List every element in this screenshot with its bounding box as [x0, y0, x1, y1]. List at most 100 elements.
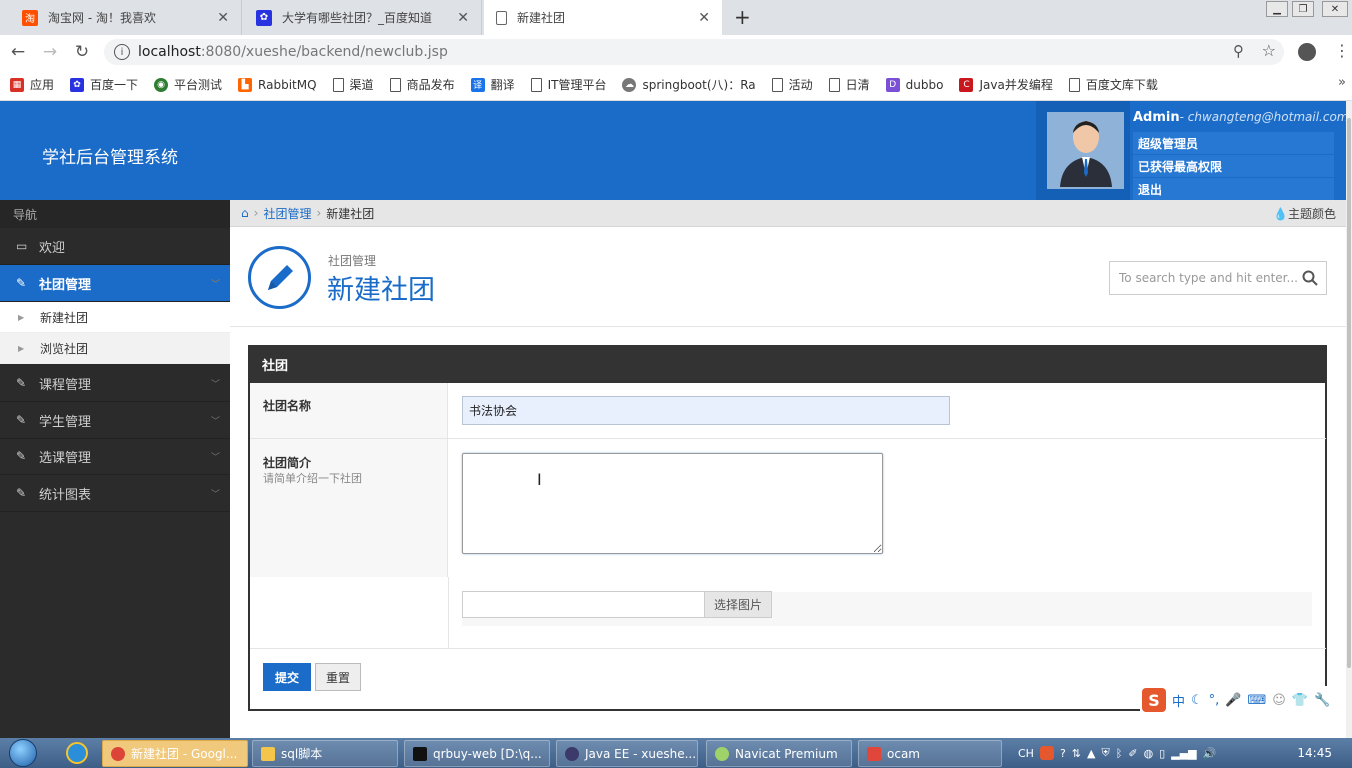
globe-tray-icon[interactable]: ◍	[1144, 747, 1154, 760]
bookmark-apps[interactable]: ▦ 应用	[10, 76, 54, 93]
bookmark-rabbitmq[interactable]: ▙ RabbitMQ	[238, 77, 317, 92]
signal-icon[interactable]: ▂▄▆	[1171, 747, 1196, 760]
reload-icon[interactable]: ↻	[68, 35, 96, 69]
reset-button[interactable]: 重置	[315, 663, 361, 691]
show-hidden-icons[interactable]: ▲	[1087, 747, 1095, 760]
bookmark-daily[interactable]: 日清	[828, 76, 870, 93]
club-intro-label: 社团简介	[263, 456, 312, 470]
taskbar-ocam[interactable]: ocam	[858, 740, 1002, 767]
chevron-down-icon: ﹀	[210, 379, 220, 390]
bookmark-dubbo[interactable]: Ddubbo	[885, 77, 943, 92]
close-tab-icon[interactable]: ✕	[457, 10, 469, 26]
battery-icon[interactable]: ▯	[1159, 747, 1165, 760]
user-menu-permission[interactable]: 已获得最高权限	[1133, 155, 1334, 177]
dubbo-icon: D	[885, 77, 900, 92]
close-tab-icon[interactable]: ✕	[217, 10, 229, 26]
more-bookmarks-icon[interactable]: »	[1338, 75, 1346, 90]
network-icon[interactable]: ⇅	[1072, 747, 1081, 760]
shirt-icon[interactable]: 👕	[1292, 693, 1308, 708]
minimize-icon[interactable]: ▁	[1266, 1, 1288, 17]
bookmark-activity[interactable]: 活动	[771, 76, 813, 93]
search-input[interactable]: To search type and hit enter...	[1109, 261, 1327, 295]
help-icon[interactable]: ?	[1060, 747, 1066, 760]
bookmark-channel[interactable]: 渠道	[332, 76, 374, 93]
sogou-s-icon[interactable]: S	[1142, 688, 1166, 712]
submit-button[interactable]: 提交	[263, 663, 311, 691]
clock[interactable]: 14:45	[1297, 746, 1332, 760]
theme-color-button[interactable]: 💧主题颜色	[1273, 205, 1336, 222]
brand-title[interactable]: 学社后台管理系统	[42, 143, 178, 168]
home-icon[interactable]: ⌂	[241, 206, 249, 220]
taskbar-sql-folder[interactable]: sql脚本	[252, 740, 398, 767]
search-icon[interactable]	[1302, 270, 1318, 289]
back-icon[interactable]: ←	[4, 35, 32, 69]
sidebar-item-student-management[interactable]: ✎ 学生管理 ﹀	[0, 402, 230, 439]
taskbar-intellij[interactable]: qrbuy-web [D:\q...	[404, 740, 550, 767]
sidebar-item-enrollment-management[interactable]: ✎ 选课管理 ﹀	[0, 438, 230, 475]
user-menu-superadmin[interactable]: 超级管理员	[1133, 132, 1334, 154]
column-divider	[448, 577, 449, 648]
sidebar-item-course-management[interactable]: ✎ 课程管理 ﹀	[0, 365, 230, 402]
maximize-icon[interactable]: ❐	[1292, 1, 1314, 17]
start-button[interactable]	[4, 738, 42, 768]
file-path-field[interactable]	[462, 591, 705, 618]
scrollbar-thumb[interactable]	[1347, 118, 1351, 668]
avatar[interactable]	[1047, 112, 1124, 189]
browser-tab-taobao[interactable]: 淘 淘宝网 - 淘！我喜欢 ✕	[10, 0, 242, 35]
user-icon[interactable]: ☺	[1272, 693, 1286, 708]
bluetooth-icon[interactable]: ᛒ	[1116, 747, 1123, 760]
taskbar-navicat[interactable]: Navicat Premium	[706, 740, 852, 767]
punctuation-icon[interactable]: °,	[1209, 693, 1220, 708]
apps-grid-icon: ▦	[10, 77, 24, 92]
wrench-icon[interactable]: 🔧	[1314, 693, 1330, 708]
keyboard-icon[interactable]: ⌨	[1248, 693, 1267, 708]
new-tab-button[interactable]: +	[734, 5, 751, 29]
bookmark-platform-test[interactable]: ◉ 平台测试	[154, 76, 222, 93]
ime-toolbar[interactable]: S 中 ☾ °, 🎤 ⌨ ☺ 👕 🔧	[1140, 686, 1346, 714]
menu-kebab-icon[interactable]: ⋮	[1334, 41, 1350, 60]
taskbar-eclipse[interactable]: Java EE - xueshe...	[556, 740, 698, 767]
volume-icon[interactable]: 🔊	[1203, 747, 1217, 760]
address-bar[interactable]: i localhost:8080/xueshe/backend/newclub.…	[104, 39, 1284, 65]
chevron-down-icon: ﹀	[210, 452, 220, 463]
profile-icon[interactable]	[1298, 43, 1316, 61]
close-window-icon[interactable]: ✕	[1322, 1, 1348, 17]
sidebar-item-club-management[interactable]: ✎ 社团管理 ﹀	[0, 265, 230, 302]
sidebar-item-statistics[interactable]: ✎ 统计图表 ﹀	[0, 475, 230, 512]
choose-image-button[interactable]: 选择图片	[704, 591, 772, 618]
ie-icon[interactable]	[66, 742, 88, 764]
forward-icon[interactable]: →	[36, 35, 64, 69]
browser-tab-newclub[interactable]: 新建社团 ✕	[484, 0, 722, 35]
user-email: - chwangteng@hotmail.com	[1179, 110, 1349, 124]
star-icon[interactable]: ☆	[1262, 41, 1276, 60]
chinese-mode-icon[interactable]: 中	[1172, 691, 1185, 710]
sidebar-item-welcome[interactable]: ▭ 欢迎	[0, 228, 230, 265]
sogou-tray-icon[interactable]	[1039, 746, 1054, 760]
bookmark-baidu[interactable]: ✿ 百度一下	[70, 76, 138, 93]
chevron-down-icon: ﹀	[210, 416, 220, 427]
info-icon[interactable]: i	[114, 44, 130, 60]
row-divider	[250, 438, 1326, 439]
breadcrumb-parent[interactable]: 社团管理	[263, 205, 311, 222]
bookmark-product-publish[interactable]: 商品发布	[389, 76, 455, 93]
bookmark-translate[interactable]: 译翻译	[470, 76, 515, 93]
browser-tab-baidu[interactable]: ✿ 大学有哪些社团？_百度知道 ✕	[244, 0, 482, 35]
shield-icon[interactable]: ⛨	[1101, 746, 1109, 760]
microphone-icon[interactable]: 🎤	[1225, 693, 1241, 708]
pen-icon[interactable]: ✐	[1128, 747, 1137, 760]
bookmark-it-platform[interactable]: IT管理平台	[530, 76, 606, 93]
user-menu-logout[interactable]: 退出	[1133, 178, 1334, 200]
baidu-paw-icon: ✿	[70, 77, 85, 92]
club-intro-textarea[interactable]	[462, 453, 883, 554]
bookmark-java-concurrency[interactable]: C Java并发编程	[959, 76, 1053, 93]
bookmark-wenku[interactable]: 百度文库下载	[1068, 76, 1158, 93]
zoom-icon[interactable]: ⚲	[1233, 42, 1244, 60]
club-name-input[interactable]	[462, 396, 950, 425]
close-tab-icon[interactable]: ✕	[698, 10, 710, 26]
sidebar-subitem-browse-clubs[interactable]: ▶ 浏览社团	[0, 333, 230, 364]
language-indicator[interactable]: CH	[1018, 747, 1034, 760]
taskbar-chrome[interactable]: 新建社团 - Googl...	[102, 740, 248, 767]
moon-icon[interactable]: ☾	[1191, 693, 1203, 708]
sidebar-subitem-new-club[interactable]: ▶ 新建社团	[0, 302, 230, 333]
bookmark-springboot[interactable]: ☁ springboot(八)：Ra	[622, 76, 756, 93]
